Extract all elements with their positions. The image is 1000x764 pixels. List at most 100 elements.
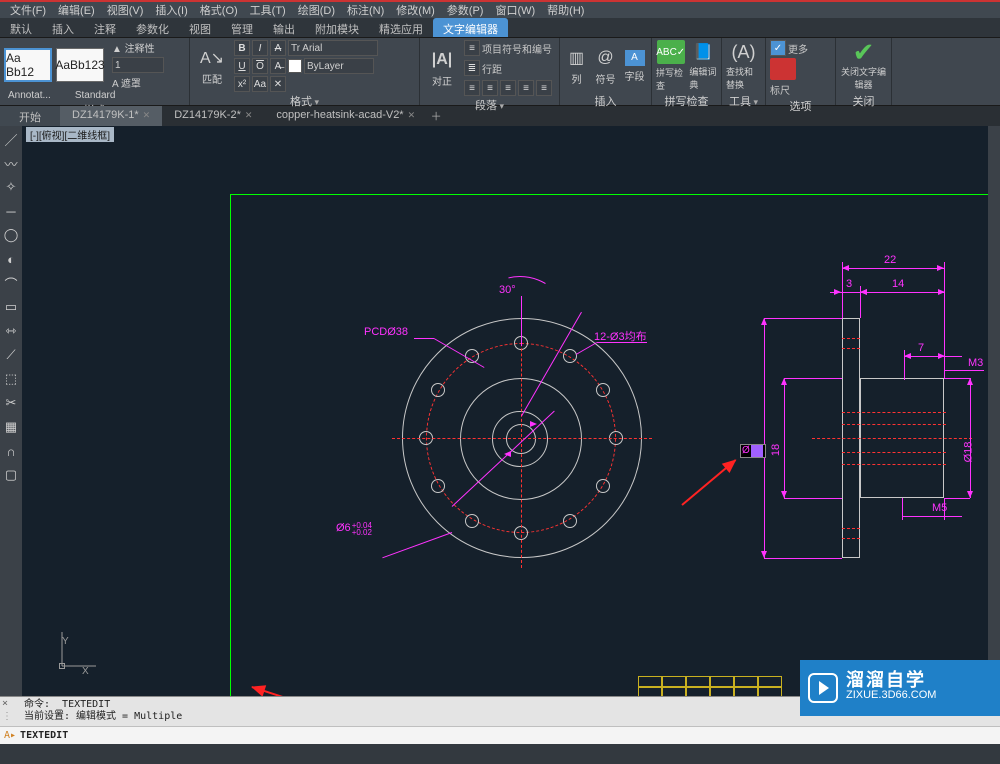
font-combo[interactable] bbox=[288, 40, 378, 56]
tool-magnet-icon[interactable]: ∩ bbox=[2, 442, 20, 460]
tool-trim-icon[interactable]: ✂ bbox=[2, 394, 20, 412]
annotative-toggle[interactable]: ▲ 注释性 bbox=[112, 40, 164, 55]
align-justify-button[interactable]: ≡ bbox=[518, 80, 534, 96]
tool-region-icon[interactable]: ▢ bbox=[2, 466, 20, 484]
text-style-swatch-1[interactable]: Aa Bb12 bbox=[4, 48, 52, 82]
menu-view[interactable]: 视图(V) bbox=[101, 2, 150, 18]
tool-circle-icon[interactable]: ◯ bbox=[2, 226, 20, 244]
case-button[interactable]: Aa bbox=[252, 76, 268, 92]
doc-tab-2[interactable]: DZ14179K-2*✕ bbox=[162, 106, 264, 126]
menu-window[interactable]: 窗口(W) bbox=[489, 2, 541, 18]
align-left-button[interactable]: ≡ bbox=[464, 80, 480, 96]
pcd-label: PCDØ38 bbox=[364, 326, 408, 338]
bolt-hole bbox=[563, 349, 577, 363]
arrow-icon bbox=[938, 289, 945, 295]
arrow-icon bbox=[761, 551, 767, 558]
mask-button[interactable]: A 遮罩 bbox=[112, 75, 164, 90]
align-center-button[interactable]: ≡ bbox=[482, 80, 498, 96]
layer-color-combo[interactable] bbox=[304, 58, 374, 74]
supersub-button[interactable]: x² bbox=[234, 76, 250, 92]
menu-format[interactable]: 格式(O) bbox=[194, 2, 244, 18]
more-label: 更多 bbox=[788, 41, 808, 56]
close-editor-button[interactable]: ✔ 关闭文字编辑器 bbox=[840, 40, 887, 92]
symbol-button[interactable]: @ 符号 bbox=[593, 40, 618, 92]
drawing-canvas[interactable]: [-][俯视][二维线框] PCDØ38 30° bbox=[22, 126, 988, 696]
ruler-button[interactable] bbox=[770, 58, 796, 80]
tool-polyline-icon[interactable]: 〰 bbox=[2, 154, 20, 172]
bold-button[interactable]: B bbox=[234, 40, 250, 56]
dim-7: 7 bbox=[918, 342, 924, 354]
tool-rect-icon[interactable]: ▭ bbox=[2, 298, 20, 316]
text-style-swatch-2[interactable]: AaBb123 bbox=[56, 48, 104, 82]
menu-file[interactable]: 文件(F) bbox=[4, 2, 52, 18]
columns-button[interactable]: ▥ 列 bbox=[564, 40, 589, 92]
menu-draw[interactable]: 绘图(D) bbox=[292, 2, 341, 18]
close-tab-icon[interactable]: ✕ bbox=[245, 110, 253, 120]
panel-insert: ▥ 列 @ 符号 A 字段 插入 bbox=[560, 38, 652, 105]
tool-ellipse-icon[interactable]: ◐ bbox=[2, 250, 20, 268]
tool-polyline2-icon[interactable]: ⟋ bbox=[2, 346, 20, 364]
tool-block-icon[interactable]: ⬚ bbox=[2, 370, 20, 388]
more-button[interactable]: ✓ 更多 bbox=[770, 40, 808, 56]
doc-tab-3[interactable]: copper-heatsink-acad-V2*✕ bbox=[264, 106, 427, 126]
doc-tab-1[interactable]: DZ14179K-1*✕ bbox=[60, 106, 162, 126]
ribbon-tab-parametric[interactable]: 参数化 bbox=[126, 18, 179, 37]
underline-button[interactable]: U bbox=[234, 58, 250, 74]
ribbon-tab-manage[interactable]: 管理 bbox=[221, 18, 263, 37]
bullets-button[interactable]: ≡ 项目符号和编号 bbox=[464, 40, 552, 56]
align-dist-button[interactable]: ≡ bbox=[536, 80, 552, 96]
spellcheck-button[interactable]: ABC✓ 拼写检查 bbox=[656, 40, 685, 92]
linespacing-icon: ≣ bbox=[464, 60, 480, 76]
menu-tools[interactable]: 工具(T) bbox=[244, 2, 292, 18]
close-tab-icon[interactable]: ✕ bbox=[143, 110, 151, 120]
overline-button[interactable]: O bbox=[252, 58, 268, 74]
ribbon-tab-annotate[interactable]: 注释 bbox=[84, 18, 126, 37]
close-label: 关闭文字编辑器 bbox=[840, 65, 887, 91]
ribbon-tab-output[interactable]: 输出 bbox=[263, 18, 305, 37]
match-properties-button[interactable]: A↘ 匹配 bbox=[194, 40, 230, 92]
ribbon-tab-addins[interactable]: 附加模块 bbox=[305, 18, 369, 37]
ucs-x-label: X bbox=[82, 666, 89, 677]
strike-button[interactable]: A bbox=[270, 40, 286, 56]
ribbon-tab-insert[interactable]: 插入 bbox=[42, 18, 84, 37]
ribbon-tab-view[interactable]: 视图 bbox=[179, 18, 221, 37]
field-button[interactable]: A 字段 bbox=[622, 40, 647, 92]
tool-line-icon[interactable]: ／ bbox=[2, 130, 20, 148]
columns-icon: ▥ bbox=[566, 47, 588, 69]
find-replace-button[interactable]: (A) 查找和替换 bbox=[726, 40, 761, 92]
menu-help[interactable]: 帮助(H) bbox=[541, 2, 590, 18]
text-cursor bbox=[751, 445, 763, 457]
dim-line bbox=[764, 318, 765, 558]
tool-mirror-icon[interactable]: ⇿ bbox=[2, 322, 20, 340]
text-height-input[interactable] bbox=[112, 57, 164, 73]
mtext-edit-box[interactable]: Ø bbox=[740, 444, 766, 458]
menu-edit[interactable]: 编辑(E) bbox=[52, 2, 101, 18]
tool-move-icon[interactable]: ✧ bbox=[2, 178, 20, 196]
tool-arc-icon[interactable]: ⌒ bbox=[2, 274, 20, 292]
tool-hatch-icon[interactable]: ▦ bbox=[2, 418, 20, 436]
align-right-button[interactable]: ≡ bbox=[500, 80, 516, 96]
command-input[interactable]: A▸ TEXTEDIT bbox=[0, 726, 1000, 744]
menu-insert[interactable]: 插入(I) bbox=[149, 2, 193, 18]
hidden-line bbox=[842, 348, 860, 349]
linespacing-button[interactable]: ≣ 行距 bbox=[464, 60, 552, 76]
clear-button[interactable]: ✕ bbox=[270, 76, 286, 92]
clear-format-button[interactable]: A̶ bbox=[270, 58, 286, 74]
justify-button[interactable]: |A| 对正 bbox=[424, 42, 460, 94]
play-icon bbox=[808, 673, 838, 703]
doc-tab-start[interactable]: 开始 bbox=[0, 106, 60, 126]
menu-modify[interactable]: 修改(M) bbox=[390, 2, 441, 18]
menu-param[interactable]: 参数(P) bbox=[441, 2, 490, 18]
arrow-icon bbox=[842, 265, 849, 271]
edit-dict-button[interactable]: 📘 编辑词典 bbox=[689, 40, 717, 92]
ribbon-tab-text-editor[interactable]: 文字编辑器 bbox=[433, 18, 508, 37]
viewport-label[interactable]: [-][俯视][二维线框] bbox=[26, 127, 114, 142]
leader bbox=[944, 370, 984, 371]
menu-dim[interactable]: 标注(N) bbox=[341, 2, 390, 18]
new-tab-button[interactable]: ＋ bbox=[427, 106, 445, 126]
ribbon-tab-default[interactable]: 默认 bbox=[0, 18, 42, 37]
close-tab-icon[interactable]: ✕ bbox=[408, 110, 416, 120]
ribbon-tab-featured[interactable]: 精选应用 bbox=[369, 18, 433, 37]
color-swatch[interactable] bbox=[288, 59, 302, 73]
italic-button[interactable]: I bbox=[252, 40, 268, 56]
